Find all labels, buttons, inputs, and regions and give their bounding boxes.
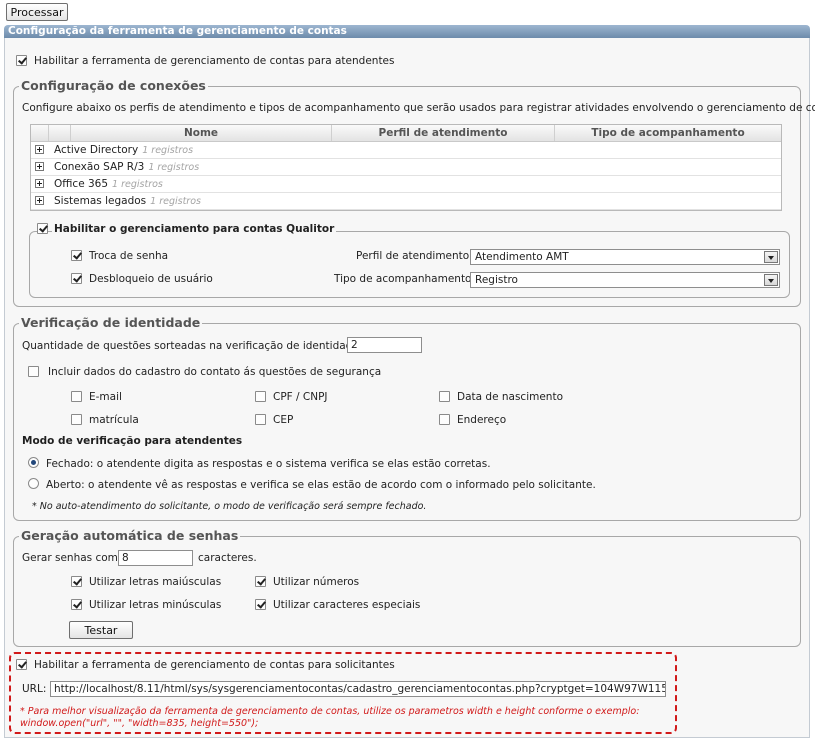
birthdate-checkbox[interactable] [439, 391, 450, 402]
profile-select[interactable]: Atendimento AMT [470, 249, 780, 265]
row-name: Active Directory 1 registros [54, 144, 194, 156]
user-unlock-label: Desbloqueio de usuário [89, 273, 213, 285]
address-label: Endereço [457, 414, 507, 426]
special-chars-checkbox[interactable] [255, 599, 266, 610]
requesters-note: * Para melhor visualização da ferramenta… [20, 706, 640, 717]
profile-label: Perfil de atendimento: [356, 250, 473, 262]
expand-plus-icon[interactable] [35, 196, 44, 205]
generate-label: Gerar senhas com [22, 552, 118, 564]
birthdate-label: Data de nascimento [457, 391, 564, 403]
expand-plus-icon[interactable] [35, 162, 44, 171]
panel-title: Configuração da ferramenta de gerenciame… [4, 25, 810, 38]
mode-closed-label: Fechado: o atendente digita as respostas… [46, 458, 491, 470]
include-data-label: Incluir dados do cadastro do contato ás … [48, 366, 382, 378]
row-name: Sistemas legados 1 registros [54, 195, 201, 207]
row-name: Conexão SAP R/3 1 registros [54, 161, 200, 173]
test-button[interactable]: Testar [69, 621, 133, 639]
followup-select-value: Registro [475, 274, 518, 286]
mode-open-label: Aberto: o atendente vê as respostas e ve… [46, 479, 596, 491]
url-input[interactable]: http://localhost/8.11/html/sys/sysgerenc… [50, 681, 666, 697]
lowercase-label: Utilizar letras minúsculas [89, 599, 222, 611]
numbers-checkbox[interactable] [255, 576, 266, 587]
enable-requesters-label: Habilitar a ferramenta de gerenciamento … [34, 659, 395, 671]
cpf-label: CPF / CNPJ [273, 391, 328, 403]
grid-col-spacer [48, 125, 70, 141]
matricula-label: matrícula [89, 414, 139, 426]
user-unlock-checkbox[interactable] [71, 273, 82, 284]
connections-grid: Nome Perfil de atendimento Tipo de acomp… [30, 124, 782, 211]
address-checkbox[interactable] [439, 414, 450, 425]
table-row[interactable]: Conexão SAP R/3 1 registros [31, 159, 781, 176]
special-chars-label: Utilizar caracteres especiais [273, 599, 421, 611]
cpf-checkbox[interactable] [255, 391, 266, 402]
lowercase-checkbox[interactable] [71, 599, 82, 610]
chevron-down-icon[interactable] [764, 274, 778, 286]
chevron-down-icon[interactable] [764, 251, 778, 263]
cep-checkbox[interactable] [255, 414, 266, 425]
connections-description: Configure abaixo os perfis de atendiment… [22, 102, 815, 114]
questions-input[interactable]: 2 [347, 337, 422, 353]
password-length-input[interactable]: 8 [118, 550, 193, 566]
connections-legend: Configuração de conexões [19, 78, 208, 93]
row-name: Office 365 1 registros [54, 178, 163, 190]
enable-agents-checkbox[interactable] [16, 55, 27, 66]
table-row[interactable]: Active Directory 1 registros [31, 142, 781, 159]
qualitor-enable-checkbox[interactable] [37, 223, 48, 234]
followup-select[interactable]: Registro [470, 272, 780, 288]
email-label: E-mail [89, 391, 122, 403]
numbers-label: Utilizar números [273, 576, 360, 588]
uppercase-checkbox[interactable] [71, 576, 82, 587]
mode-closed-radio[interactable] [28, 457, 39, 468]
profile-select-value: Atendimento AMT [475, 251, 569, 263]
grid-col-followup[interactable]: Tipo de acompanhamento [554, 125, 781, 141]
identity-note: * No auto-atendimento do solicitante, o … [32, 501, 427, 512]
grid-col-expander [31, 125, 48, 141]
process-button[interactable]: Processar [6, 3, 68, 21]
mode-title: Modo de verificação para atendentes [22, 435, 243, 447]
table-row[interactable]: Office 365 1 registros [31, 176, 781, 193]
mode-open-radio[interactable] [28, 478, 39, 489]
enable-requesters-checkbox[interactable] [16, 659, 27, 670]
include-data-checkbox[interactable] [28, 366, 39, 377]
table-row[interactable]: Sistemas legados 1 registros [31, 193, 781, 210]
enable-agents-label: Habilitar a ferramenta de gerenciamento … [34, 55, 395, 67]
password-change-label: Troca de senha [89, 250, 169, 262]
grid-col-name[interactable]: Nome [70, 125, 331, 141]
email-checkbox[interactable] [71, 391, 82, 402]
uppercase-label: Utilizar letras maiúsculas [89, 576, 222, 588]
password-change-checkbox[interactable] [71, 250, 82, 261]
expand-plus-icon[interactable] [35, 179, 44, 188]
matricula-checkbox[interactable] [71, 414, 82, 425]
chars-label: caracteres. [198, 552, 257, 564]
questions-label: Quantidade de questões sorteadas na veri… [22, 340, 363, 352]
cep-label: CEP [273, 414, 294, 426]
passwords-legend: Geração automática de senhas [19, 528, 241, 543]
grid-col-profile[interactable]: Perfil de atendimento [331, 125, 554, 141]
url-label: URL: [22, 683, 47, 695]
grid-header: Nome Perfil de atendimento Tipo de acomp… [31, 125, 781, 142]
identity-legend: Verificação de identidade [19, 315, 203, 330]
qualitor-legend: Habilitar o gerenciamento para contas Qu… [52, 223, 337, 235]
followup-label: Tipo de acompanhamento: [334, 273, 476, 285]
expand-plus-icon[interactable] [35, 145, 44, 154]
requesters-example: window.open("url", "", "width=835, heigh… [20, 718, 259, 729]
